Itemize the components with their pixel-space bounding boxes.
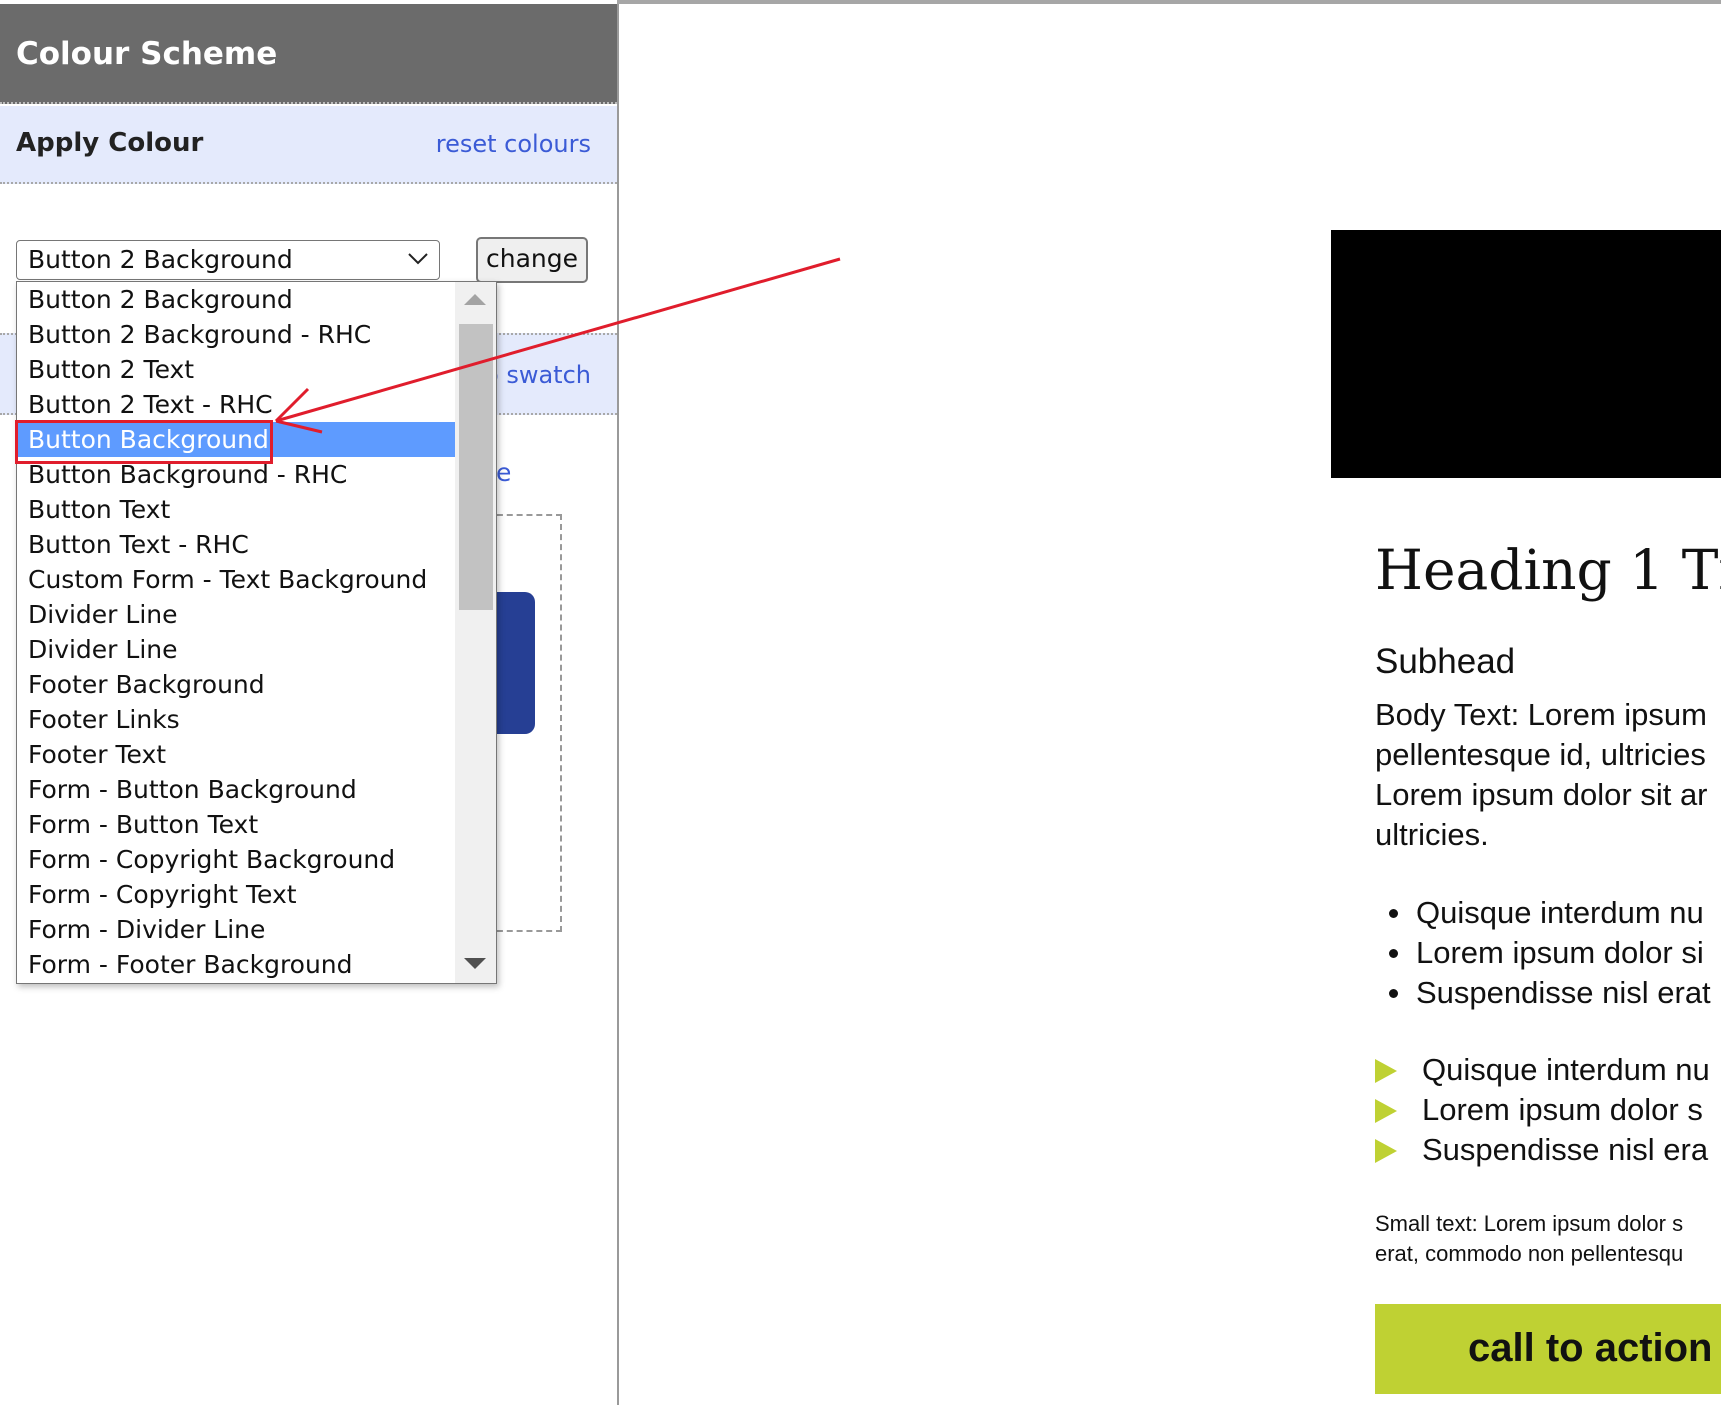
- dropdown-option[interactable]: Form - Copyright Text: [17, 877, 455, 912]
- panel-header: Colour Scheme: [0, 4, 617, 104]
- dropdown-option[interactable]: Form - Button Background: [17, 772, 455, 807]
- bullet-text: Suspendisse nisl erat: [1416, 975, 1711, 1010]
- triangle-bullet-icon: [1375, 1059, 1397, 1083]
- body-text-line: Lorem ipsum dolor sit ar: [1375, 777, 1708, 812]
- dropdown-option[interactable]: Button Text: [17, 492, 455, 527]
- swatch-link[interactable]: o swatch: [484, 361, 591, 389]
- dropdown-option[interactable]: Form - Divider Line: [17, 912, 455, 947]
- dropdown-option[interactable]: Button 2 Background: [17, 282, 455, 317]
- arrow-bullet-text: Lorem ipsum dolor s: [1422, 1092, 1703, 1127]
- preview-subhead: Subhead: [1375, 642, 1516, 681]
- preview-heading: Heading 1 Titl: [1375, 538, 1721, 602]
- arrow-bullet-text: Suspendisse nisl era: [1422, 1132, 1709, 1167]
- panel-title: Colour Scheme: [16, 36, 278, 72]
- bullet-text: Quisque interdum nu: [1416, 895, 1704, 930]
- dropdown-option[interactable]: Button 2 Text - RHC: [17, 387, 455, 422]
- dropdown-option[interactable]: Footer Text: [17, 737, 455, 772]
- triangle-bullet-icon: [1375, 1099, 1397, 1123]
- top-border: [617, 0, 1721, 4]
- select-value: Button 2 Background: [28, 245, 293, 274]
- bullet-dot-icon: [1389, 909, 1398, 918]
- dropdown-option[interactable]: Divider Line: [17, 632, 455, 667]
- dropdown-option[interactable]: Form - Button Text: [17, 807, 455, 842]
- change-button[interactable]: change: [476, 237, 588, 283]
- dropdown-scrollbar[interactable]: [455, 282, 496, 983]
- reset-colours-link[interactable]: reset colours: [436, 130, 591, 158]
- bullet-text: Lorem ipsum dolor si: [1416, 935, 1704, 970]
- dropdown-option[interactable]: Footer Links: [17, 702, 455, 737]
- scroll-up-arrow-icon[interactable]: [464, 294, 486, 305]
- annotation-highlight-box: [15, 420, 273, 464]
- dropdown-option[interactable]: Divider Line: [17, 597, 455, 632]
- call-to-action-button[interactable]: call to action: [1375, 1304, 1721, 1394]
- colour-target-select[interactable]: Button 2 Background: [16, 240, 440, 280]
- body-text-line: Body Text: Lorem ipsum: [1375, 697, 1707, 732]
- hero-image: [1331, 230, 1721, 478]
- body-text-line: pellentesque id, ultricies: [1375, 737, 1706, 772]
- dropdown-option[interactable]: Button 2 Background - RHC: [17, 317, 455, 352]
- bullet-dot-icon: [1389, 989, 1398, 998]
- colour-target-dropdown-list[interactable]: Button 2 Background Button 2 Background …: [16, 281, 497, 984]
- arrow-bullet-text: Quisque interdum nu: [1422, 1052, 1710, 1087]
- scrollbar-thumb[interactable]: [459, 324, 493, 610]
- body-text-line: ultricies.: [1375, 817, 1489, 852]
- triangle-bullet-icon: [1375, 1139, 1397, 1163]
- apply-colour-bar: Apply Colour reset colours: [0, 106, 617, 184]
- dropdown-option[interactable]: Footer Background: [17, 667, 455, 702]
- apply-colour-title: Apply Colour: [16, 128, 204, 158]
- bullet-dot-icon: [1389, 949, 1398, 958]
- dropdown-option[interactable]: Custom Form - Text Background: [17, 562, 455, 597]
- scroll-down-arrow-icon[interactable]: [464, 958, 486, 969]
- small-text-line: Small text: Lorem ipsum dolor s: [1375, 1211, 1684, 1236]
- dropdown-option[interactable]: Form - Copyright Background: [17, 842, 455, 877]
- dropdown-option[interactable]: Form - Footer Background: [17, 947, 455, 982]
- chevron-down-icon: [408, 253, 428, 265]
- dropdown-option[interactable]: Button Text - RHC: [17, 527, 455, 562]
- call-to-action-label: call to action: [1468, 1326, 1713, 1370]
- small-text-line: erat, commodo non pellentesqu: [1375, 1241, 1684, 1266]
- dropdown-option[interactable]: Button 2 Text: [17, 352, 455, 387]
- partial-link[interactable]: e: [496, 458, 511, 487]
